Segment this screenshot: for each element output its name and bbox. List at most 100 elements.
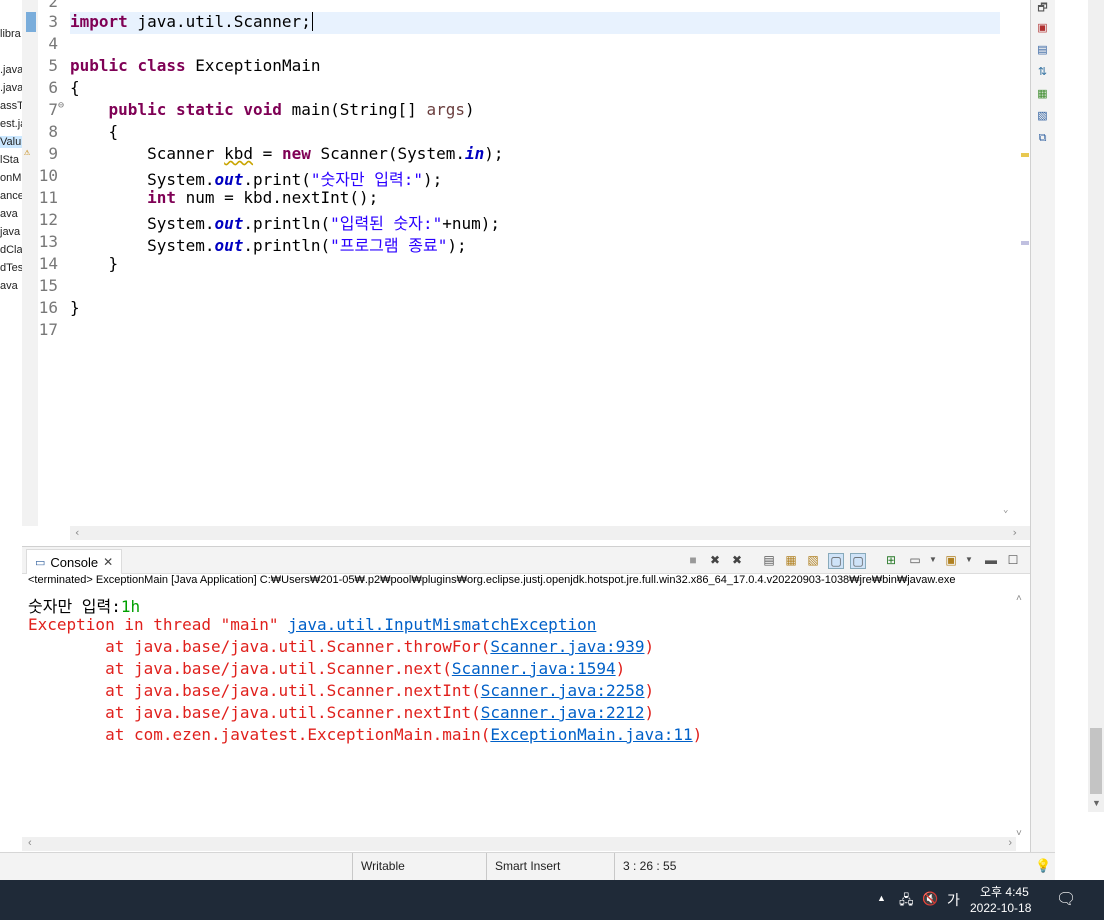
- network-icon[interactable]: 🖧: [899, 891, 914, 913]
- line-number: 5: [48, 56, 58, 75]
- chevron-right-icon[interactable]: ›: [1008, 837, 1012, 849]
- windows-taskbar: ▲ 🖧 🔇 가 오후 4:45 2022-10-18 🗨: [0, 880, 1104, 920]
- lightbulb-icon[interactable]: 💡: [1035, 858, 1051, 874]
- status-cursor-position[interactable]: 3 : 26 : 55: [614, 853, 733, 881]
- ime-indicator[interactable]: 가: [947, 890, 960, 910]
- line-number: 16: [38, 298, 58, 317]
- package-explorer: libra .java .java assTe est.ja Valu lSta…: [0, 0, 22, 540]
- notification-icon[interactable]: 🗨: [1056, 889, 1076, 909]
- overview-marker[interactable]: [1021, 241, 1029, 245]
- stack-trace-line[interactable]: at java.base/java.util.Scanner.nextInt(S…: [28, 681, 654, 700]
- code-line[interactable]: System.out.print("숫자만 입력:");: [70, 166, 442, 190]
- explorer-item[interactable]: .java: [0, 82, 22, 94]
- clock-date[interactable]: 2022-10-18: [970, 901, 1031, 915]
- code-line[interactable]: System.out.println("프로그램 종료");: [70, 232, 467, 256]
- terminate-icon[interactable]: ■: [686, 553, 700, 567]
- outer-scrollbar-thumb[interactable]: [1090, 728, 1102, 794]
- maximize-icon[interactable]: ☐: [1006, 553, 1020, 567]
- chevron-down-icon[interactable]: ▼: [962, 553, 976, 567]
- stack-trace-line[interactable]: at java.base/java.util.Scanner.next(Scan…: [28, 659, 625, 678]
- explorer-item-selected[interactable]: Valu: [0, 136, 22, 148]
- console-horizontal-scrollbar[interactable]: ‹ ›: [22, 837, 1016, 851]
- source-link[interactable]: ExceptionMain.java:11: [490, 725, 692, 744]
- line-number: 6: [48, 78, 58, 97]
- source-link[interactable]: Scanner.java:2212: [481, 703, 645, 722]
- source-link[interactable]: Scanner.java:2258: [481, 681, 645, 700]
- code-line[interactable]: {: [70, 78, 80, 97]
- chevron-down-icon[interactable]: ▼: [926, 553, 940, 567]
- stack-trace-line[interactable]: at com.ezen.javatest.ExceptionMain.main(…: [28, 725, 702, 744]
- explorer-item[interactable]: .java: [0, 64, 22, 76]
- filter-icon[interactable]: ⇅: [1036, 66, 1049, 79]
- code-line[interactable]: public class ExceptionMain: [70, 56, 320, 75]
- display-console-icon[interactable]: ▭: [908, 553, 922, 567]
- console-error-line[interactable]: Exception in thread "main" java.util.Inp…: [28, 615, 596, 634]
- clock-time[interactable]: 오후 4:45: [980, 883, 1029, 900]
- line-number: 8: [48, 122, 58, 141]
- scroll-down-icon[interactable]: ▼: [1092, 798, 1101, 808]
- word-wrap-icon[interactable]: ▧: [806, 553, 820, 567]
- explorer-item[interactable]: ava: [0, 280, 18, 292]
- explorer-item[interactable]: java: [0, 226, 20, 238]
- code-line[interactable]: Scanner kbd = new Scanner(System.in);: [70, 144, 503, 163]
- code-line[interactable]: System.out.println("입력된 숫자:"+num);: [70, 210, 500, 234]
- line-number: 3: [48, 12, 58, 31]
- editor-ruler: ⚠: [22, 0, 38, 526]
- task-list-icon[interactable]: ▤: [1036, 44, 1049, 57]
- editor-vertical-scrollbar[interactable]: ⌄: [1000, 0, 1012, 526]
- exception-link[interactable]: java.util.InputMismatchException: [288, 615, 596, 634]
- code-line[interactable]: {: [70, 122, 119, 141]
- code-editor[interactable]: ⚠ 2 3 4 5 6 7 ⊖ 8 9 10 11 12 13 14 15 16…: [22, 0, 1030, 540]
- show-on-stdout-icon[interactable]: ▢: [828, 553, 844, 569]
- explorer-item[interactable]: dTes: [0, 262, 22, 274]
- warning-overview-marker[interactable]: [1021, 153, 1029, 157]
- explorer-item[interactable]: lSta: [0, 154, 19, 166]
- chevron-down-icon[interactable]: ⌄: [1003, 505, 1008, 515]
- line-number: 15: [38, 276, 58, 295]
- explorer-item[interactable]: libra: [0, 28, 21, 40]
- minimize-icon[interactable]: ▬: [984, 553, 998, 567]
- chevron-left-icon[interactable]: ‹: [28, 837, 32, 849]
- source-link[interactable]: Scanner.java:1594: [452, 659, 616, 678]
- status-insert-mode[interactable]: Smart Insert: [486, 853, 615, 881]
- console-vertical-scrollbar[interactable]: ˄ ˅: [1016, 593, 1028, 839]
- outer-scrollbar[interactable]: [1088, 0, 1104, 812]
- remove-launch-icon[interactable]: ✖: [708, 553, 722, 567]
- chevron-right-icon[interactable]: ›: [1011, 526, 1018, 539]
- clear-console-icon[interactable]: ▤: [762, 553, 776, 567]
- code-line[interactable]: import java.util.Scanner;: [70, 12, 313, 31]
- code-line[interactable]: }: [70, 254, 119, 273]
- declaration-icon[interactable]: ▧: [1036, 110, 1049, 123]
- explorer-item[interactable]: est.ja: [0, 118, 22, 130]
- restore-icon[interactable]: 🗗: [1036, 2, 1049, 15]
- chevron-down-icon[interactable]: ˅: [1016, 828, 1022, 839]
- editor-horizontal-scrollbar[interactable]: ‹ ›: [70, 526, 1030, 540]
- explorer-item[interactable]: assTe: [0, 100, 22, 112]
- code-line[interactable]: public static void main(String[] args): [70, 100, 475, 119]
- explorer-item[interactable]: ance: [0, 190, 22, 202]
- hierarchy-icon[interactable]: ▦: [1036, 88, 1049, 101]
- problems-icon[interactable]: ⧉: [1036, 132, 1049, 145]
- close-icon[interactable]: ✕: [103, 555, 113, 569]
- explorer-item[interactable]: dCla: [0, 244, 22, 256]
- stack-trace-line[interactable]: at java.base/java.util.Scanner.nextInt(S…: [28, 703, 654, 722]
- scroll-lock-icon[interactable]: ▦: [784, 553, 798, 567]
- explorer-item[interactable]: ava: [0, 208, 18, 220]
- show-on-stderr-icon[interactable]: ▢: [850, 553, 866, 569]
- speaker-muted-icon[interactable]: 🔇: [922, 891, 938, 907]
- pin-console-icon[interactable]: ⊞: [884, 553, 898, 567]
- tab-console[interactable]: ▭ Console ✕: [26, 549, 123, 574]
- stack-trace-line[interactable]: at java.base/java.util.Scanner.throwFor(…: [28, 637, 654, 656]
- outline-icon[interactable]: ▣: [1036, 22, 1049, 35]
- chevron-up-icon[interactable]: ˄: [1016, 593, 1022, 604]
- code-line[interactable]: }: [70, 298, 80, 317]
- chevron-up-icon[interactable]: ▲: [877, 893, 886, 903]
- source-link[interactable]: Scanner.java:939: [490, 637, 644, 656]
- explorer-item[interactable]: onM: [0, 172, 21, 184]
- code-line[interactable]: int num = kbd.nextInt();: [70, 188, 378, 207]
- fold-icon[interactable]: ⊖: [58, 100, 64, 111]
- remove-all-icon[interactable]: ✖: [730, 553, 744, 567]
- chevron-left-icon[interactable]: ‹: [74, 526, 81, 539]
- console-output-line[interactable]: 숫자만 입력:1h: [28, 593, 140, 617]
- new-console-icon[interactable]: ▣: [944, 553, 958, 567]
